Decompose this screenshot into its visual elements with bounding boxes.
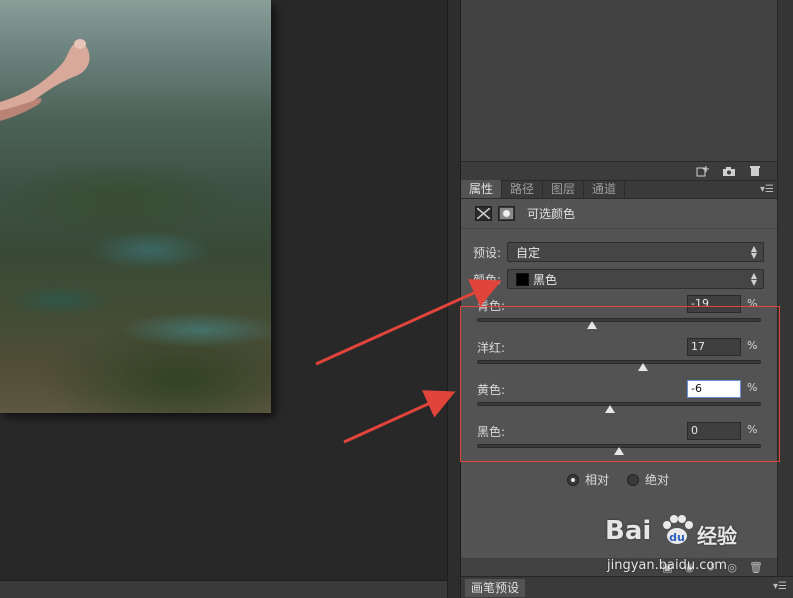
yellow-slider-thumb[interactable] <box>605 405 616 413</box>
colors-dropdown[interactable]: 黑色 ▲ ▼ <box>507 269 764 289</box>
panel-menu-icon[interactable]: ▾☰ <box>760 184 774 195</box>
black-slider-thumb[interactable] <box>614 447 624 455</box>
preset-label: 预设: <box>473 245 502 260</box>
panel-divider[interactable] <box>447 0 461 598</box>
panel-dock-scrollbar[interactable] <box>777 0 793 598</box>
tab-properties[interactable]: 属性 <box>461 180 503 198</box>
adjustment-header: 可选颜色 <box>461 199 777 229</box>
yellow-input[interactable]: -6 <box>687 380 741 398</box>
yellow-slider-track[interactable] <box>477 402 761 406</box>
adjustment-title: 可选颜色 <box>527 207 576 221</box>
updown-arrow-icon: ▲ ▼ <box>750 244 757 260</box>
history-toolbar <box>461 162 777 180</box>
colors-row: 颜色: 黑色 ▲ ▼ <box>473 269 764 289</box>
magenta-label: 洋红: <box>477 341 506 355</box>
yellow-percent: % <box>747 381 758 394</box>
new-document-icon[interactable] <box>695 165 711 177</box>
preset-value: 自定 <box>516 245 541 260</box>
preset-row: 预设: 自定 ▲ ▼ <box>473 242 764 262</box>
magenta-slider-thumb[interactable] <box>638 363 649 371</box>
cyan-slider-track[interactable] <box>477 318 761 322</box>
foot-graphic <box>0 39 90 121</box>
photoshop-window: 属性 路径 图层 通道 ▾☰ 可选颜色 预设: 自定 ▲ ▼ 颜色: 黑色 ▲ … <box>0 0 793 598</box>
properties-footer: ▣ ◉ ↺ ◎ 🗑 <box>461 558 777 576</box>
absolute-label: 绝对 <box>645 473 670 487</box>
absolute-radio[interactable]: 绝对 <box>627 471 669 488</box>
cyan-input[interactable]: -19 <box>687 295 741 313</box>
magenta-slider-track[interactable] <box>477 360 761 364</box>
tab-layers[interactable]: 图层 <box>543 180 585 198</box>
canvas-image <box>0 0 271 413</box>
canvas-horizontal-scrollbar[interactable] <box>0 580 447 598</box>
reset-icon[interactable]: ↺ <box>706 561 715 574</box>
panel-tabs: 属性 路径 图层 通道 ▾☰ <box>461 180 777 199</box>
visibility-icon[interactable]: ◉ <box>685 561 695 574</box>
black-percent: % <box>747 423 758 436</box>
cyan-slider-thumb[interactable] <box>587 321 598 329</box>
absolute-radio-dot[interactable] <box>627 473 640 486</box>
panel-menu-icon[interactable]: ▾☰ <box>773 581 787 592</box>
relative-radio[interactable]: 相对 <box>567 471 609 488</box>
brush-panel-bar: 画笔预设 ▾☰ <box>461 576 793 598</box>
updown-arrow-icon: ▲ ▼ <box>750 271 757 287</box>
preset-dropdown[interactable]: 自定 ▲ ▼ <box>507 242 764 262</box>
yellow-label: 黄色: <box>477 383 506 397</box>
black-input[interactable]: 0 <box>687 422 741 440</box>
colors-value: 黑色 <box>533 272 558 287</box>
colors-label: 颜色: <box>473 272 502 287</box>
tab-paths[interactable]: 路径 <box>502 180 544 198</box>
black-label: 黑色: <box>477 425 506 439</box>
view-previous-icon[interactable]: ◎ <box>727 561 737 574</box>
relative-radio-dot[interactable] <box>567 473 579 486</box>
selective-color-icon <box>475 206 492 221</box>
document-canvas[interactable] <box>0 0 447 580</box>
tab-channels[interactable]: 通道 <box>584 180 626 198</box>
magenta-percent: % <box>747 339 758 352</box>
delete-adjustment-icon[interactable]: 🗑 <box>749 561 763 574</box>
clip-to-layer-icon[interactable]: ▣ <box>662 561 672 574</box>
magenta-input[interactable]: 17 <box>687 338 741 356</box>
trash-icon[interactable] <box>747 165 763 177</box>
properties-panel: 属性 路径 图层 通道 ▾☰ 可选颜色 预设: 自定 ▲ ▼ 颜色: 黑色 ▲ … <box>461 180 777 576</box>
history-panel <box>461 0 777 162</box>
color-swatch <box>516 272 529 286</box>
layer-mask-icon[interactable] <box>498 206 515 221</box>
cyan-label: 青色: <box>477 299 506 313</box>
tab-brush-presets[interactable]: 画笔预设 <box>465 579 526 597</box>
method-radio-group: 相对 绝对 <box>567 471 669 488</box>
camera-icon[interactable] <box>721 165 737 177</box>
cyan-percent: % <box>747 297 758 310</box>
relative-label: 相对 <box>585 473 610 487</box>
